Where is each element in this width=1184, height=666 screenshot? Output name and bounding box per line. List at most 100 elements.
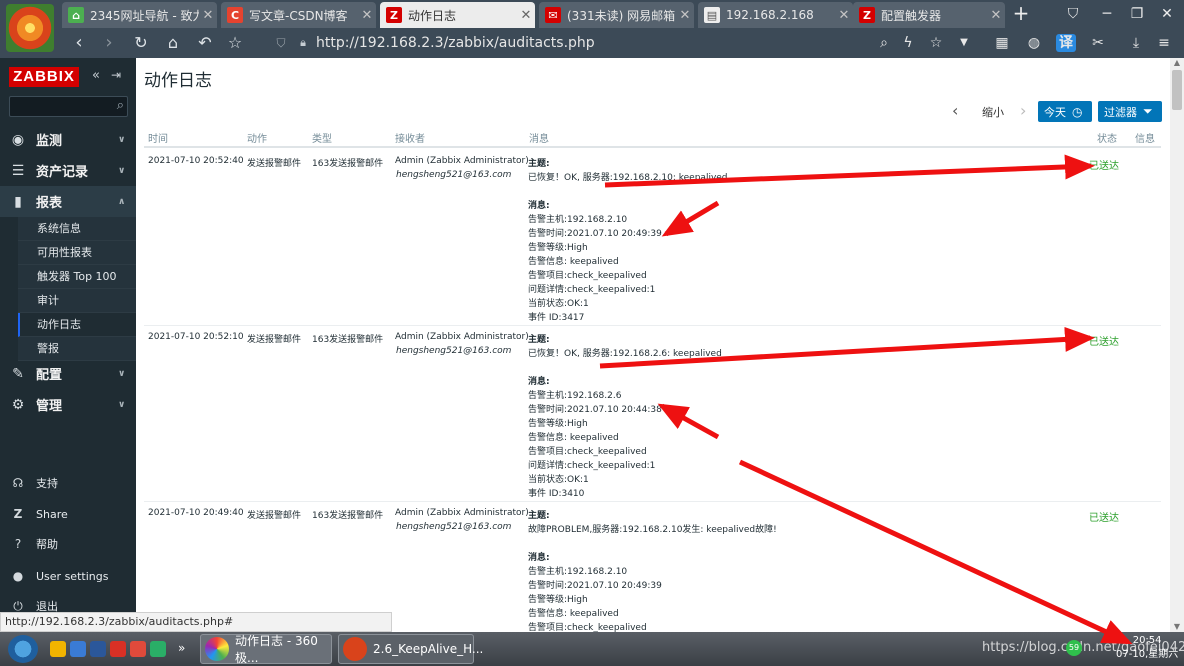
tab-config-trigger[interactable]: Z 配置触发器 ✕ xyxy=(853,2,1005,28)
360-browser-icon xyxy=(205,637,229,661)
message-label: 消息: xyxy=(528,377,550,387)
message-line: 告警主机:192.168.2.10 xyxy=(528,567,628,577)
sidebar-user-settings[interactable]: ● User settings xyxy=(0,564,136,588)
submenu-availability-report[interactable]: 可用性报表 xyxy=(18,241,136,265)
forward-icon[interactable]: › xyxy=(98,32,120,54)
app-icon[interactable] xyxy=(110,641,126,657)
message-line: 告警信息: keepalived xyxy=(528,433,619,443)
close-icon[interactable]: ✕ xyxy=(358,8,376,23)
back-icon[interactable]: ‹ xyxy=(68,32,90,54)
sidebar-lower-label: User settings xyxy=(36,569,109,583)
start-button-icon[interactable] xyxy=(8,635,38,663)
undo-icon[interactable]: ↶ xyxy=(194,32,216,54)
tab-2345[interactable]: ⌂ 2345网址导航 - 致力 ✕ xyxy=(62,2,217,28)
row-action: 发送报警邮件 xyxy=(247,335,302,345)
sidebar-help[interactable]: ? 帮助 xyxy=(0,532,136,556)
submenu-system-info[interactable]: 系统信息 xyxy=(18,217,136,241)
status-badge: 已送达 xyxy=(1089,337,1119,348)
chevron-right-icon[interactable]: › xyxy=(1020,101,1026,120)
apps-grid-icon[interactable]: ▦ xyxy=(992,34,1012,52)
taskbar-item-browser[interactable]: 动作日志 - 360极... xyxy=(200,634,332,665)
tab-192-168-2-168[interactable]: ▤ 192.168.2.168 ✕ xyxy=(698,2,853,28)
tab-title: 2345网址导航 - 致力 xyxy=(90,8,199,23)
page-scrollbar[interactable]: ▲ ▼ xyxy=(1170,58,1184,632)
close-icon[interactable]: ✕ xyxy=(517,8,535,23)
word-icon[interactable] xyxy=(90,641,106,657)
tray-badge[interactable]: 59 xyxy=(1066,640,1082,656)
new-tab-button[interactable]: + xyxy=(1010,3,1032,25)
tab-netease-mail[interactable]: ✉ (331未读) 网易邮箱 ✕ xyxy=(539,2,694,28)
menu-reports[interactable]: ▮ 报表 ∧ xyxy=(0,186,136,217)
help-icon: ? xyxy=(14,537,22,551)
filter-button[interactable]: 过滤器 ⏷ xyxy=(1098,101,1162,122)
browser-toolbar: ‹ › ↻ ⌂ ↶ ☆ ⛉ 🔒︎ http://192.168.2.3/zabb… xyxy=(0,28,1184,58)
message-line: 告警等级:High xyxy=(528,243,588,253)
message-label: 消息: xyxy=(528,201,550,211)
shirt-skin-icon[interactable]: ⛉ xyxy=(1064,5,1082,23)
close-icon[interactable]: ✕ xyxy=(676,8,694,23)
pdf-icon[interactable] xyxy=(130,641,146,657)
scroll-up-icon[interactable]: ▲ xyxy=(1172,58,1182,68)
address-bar[interactable]: http://192.168.2.3/zabbix/auditacts.php xyxy=(316,35,595,51)
shield-icon[interactable]: ⛉ xyxy=(270,32,292,54)
menu-configuration[interactable]: ✎ 配置 ∨ xyxy=(0,358,136,389)
submenu-audit[interactable]: 审计 xyxy=(18,289,136,313)
explorer-icon[interactable] xyxy=(70,641,86,657)
subject-text: 故障PROBLEM,服务器:192.168.2.10发生: keepalived… xyxy=(528,525,777,535)
favorite-star-icon[interactable]: ☆ xyxy=(926,34,946,52)
sidebar-search-input[interactable]: ⌕ xyxy=(9,96,128,117)
chevron-more-icon[interactable]: » xyxy=(178,641,194,657)
globe-icon[interactable]: ◍ xyxy=(1024,34,1044,52)
chevron-down-icon[interactable]: ▼ xyxy=(954,34,974,52)
bookmark-star-icon[interactable]: ☆ xyxy=(224,32,246,54)
sidebar-share[interactable]: Z Share xyxy=(0,502,136,526)
scroll-thumb[interactable] xyxy=(1172,70,1182,110)
close-icon[interactable]: ✕ xyxy=(835,8,853,23)
collapse-sidebar-icon[interactable]: « xyxy=(92,68,106,84)
tab-csdn[interactable]: C 写文章-CSDN博客 ✕ xyxy=(221,2,376,28)
restore-icon[interactable]: ❐ xyxy=(1128,5,1146,23)
today-button[interactable]: 今天 ◷ xyxy=(1038,101,1092,122)
menu-administration[interactable]: ⚙ 管理 ∨ xyxy=(0,389,136,420)
chrome-icon[interactable] xyxy=(50,641,66,657)
kiosk-mode-icon[interactable]: ⇥ xyxy=(111,68,125,84)
close-icon[interactable]: ✕ xyxy=(199,8,217,23)
zoom-out-button[interactable]: 缩小 xyxy=(982,104,1004,120)
row-time: 2021-07-10 20:52:10 xyxy=(148,332,244,342)
menu-icon[interactable]: ≡ xyxy=(1154,34,1174,52)
message-line: 告警主机:192.168.2.10 xyxy=(528,215,628,225)
submenu-action-log[interactable]: 动作日志 xyxy=(18,313,136,337)
taskbar-item-xmind[interactable]: 2.6_KeepAlive_H... xyxy=(338,634,483,664)
chevron-down-icon: ∨ xyxy=(118,165,126,176)
message-line: 问题详情:check_keepalived:1 xyxy=(528,285,656,295)
chart-icon: ▮ xyxy=(14,193,22,210)
col-time[interactable]: 时间 xyxy=(148,130,168,145)
close-icon[interactable]: ✕ xyxy=(987,8,1005,23)
chevron-left-icon[interactable]: ‹ xyxy=(952,101,958,120)
tab-action-log[interactable]: Z 动作日志 ✕ xyxy=(380,2,535,28)
download-icon[interactable]: ⤓ xyxy=(1126,34,1146,52)
scroll-down-icon[interactable]: ▼ xyxy=(1172,622,1182,632)
close-window-icon[interactable]: ✕ xyxy=(1158,5,1176,23)
search-icon[interactable]: ⌕ xyxy=(117,98,124,113)
row-action: 发送报警邮件 xyxy=(247,159,302,169)
menu-inventory[interactable]: ☰ 资产记录 ∨ xyxy=(0,155,136,186)
zabbix-logo[interactable]: ZABBIX xyxy=(9,67,79,87)
subject-label: 主题: xyxy=(528,159,550,169)
search-icon[interactable]: ⌕ xyxy=(874,34,894,52)
refresh-icon[interactable]: ↻ xyxy=(130,32,152,54)
submenu-triggers-top-100[interactable]: 触发器 Top 100 xyxy=(18,265,136,289)
taskbar-clock[interactable]: 20:54 07-10,星期六 xyxy=(1116,634,1178,662)
message-line: 当前状态:OK:1 xyxy=(528,475,589,485)
message-line: 告警项目:check_keepalived xyxy=(528,447,647,457)
wechat-icon[interactable] xyxy=(150,641,166,657)
chevron-up-icon: ∧ xyxy=(118,196,126,207)
browser-avatar-icon[interactable] xyxy=(6,4,54,52)
translate-icon[interactable]: 译 xyxy=(1056,34,1076,52)
sidebar-support[interactable]: ☊ 支持 xyxy=(0,471,136,495)
scissors-icon[interactable]: ✂ xyxy=(1088,34,1108,52)
home-icon[interactable]: ⌂ xyxy=(162,32,184,54)
minimize-icon[interactable]: ─ xyxy=(1098,5,1116,23)
lightning-icon[interactable]: ϟ xyxy=(898,34,918,52)
menu-monitoring[interactable]: ◉ 监测 ∨ xyxy=(0,124,136,155)
